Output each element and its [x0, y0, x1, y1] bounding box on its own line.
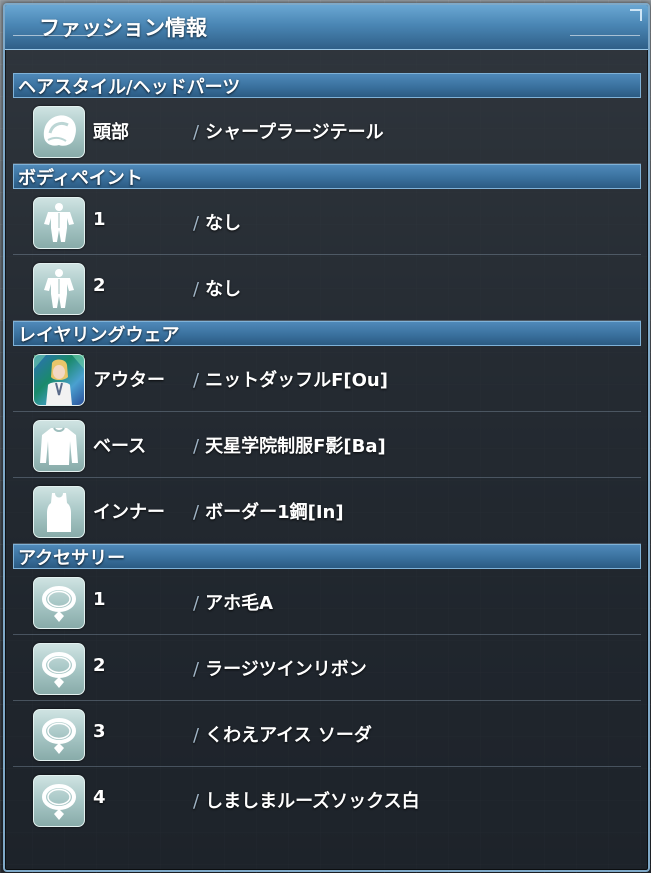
slot-value: / しましまルーズソックス白: [193, 787, 420, 813]
item-name: なし: [205, 213, 242, 234]
slot-value: / なし: [193, 275, 241, 301]
slot-label: 1: [93, 589, 106, 610]
slot-value: / くわえアイス ソーダ: [193, 721, 372, 747]
separator: /: [193, 436, 200, 457]
section-title: ボディペイント: [18, 167, 143, 189]
section-title: レイヤリングウェア: [18, 324, 180, 346]
item-name: 天星学院制服F影[Ba]: [205, 436, 386, 457]
necklace-icon: [33, 643, 85, 695]
slot-label: 2: [93, 275, 106, 296]
slot-value: / シャープラージテール: [193, 118, 384, 144]
section-title: アクセサリー: [18, 547, 126, 569]
list-item[interactable]: 頭部 / シャープラージテール: [13, 98, 641, 164]
list-item[interactable]: 1 /なし: [13, 189, 641, 255]
section-header-hair: ヘアスタイル/ヘッドパーツ: [13, 73, 641, 98]
separator: /: [193, 502, 200, 523]
list-item[interactable]: 1 /アホ毛A: [13, 569, 641, 635]
item-name: ニットダッフルF[Ou]: [205, 370, 388, 391]
body-icon: [33, 197, 85, 249]
necklace-icon: [33, 709, 85, 761]
titlebar-decoration-left: [13, 35, 103, 42]
list-item[interactable]: 4 /しましまルーズソックス白: [13, 767, 641, 832]
slot-label: 1: [93, 209, 106, 230]
separator: /: [193, 725, 200, 746]
separator: /: [193, 791, 200, 812]
tank-top-icon: [33, 486, 85, 538]
list-item[interactable]: ベース / 天星学院制服F影[Ba]: [13, 412, 641, 478]
slot-value: / ニットダッフルF[Ou]: [193, 366, 388, 392]
hair-icon: [33, 106, 85, 158]
item-name: ラージツインリボン: [205, 659, 367, 680]
list-item[interactable]: 2 /ラージツインリボン: [13, 635, 641, 701]
slot-label: ベース: [93, 436, 147, 457]
section-header-accessory: アクセサリー: [13, 544, 641, 569]
section-title: ヘアスタイル/ヘッドパーツ: [18, 76, 241, 98]
item-name: くわえアイス ソーダ: [205, 725, 372, 746]
slot-label: 頭部: [93, 122, 129, 143]
separator: /: [193, 593, 200, 614]
slot-value: / なし: [193, 209, 241, 235]
list-item[interactable]: 2 /なし: [13, 255, 641, 321]
body-icon: [33, 263, 85, 315]
slot-value: / ボーダー1鋼[In]: [193, 498, 344, 524]
fashion-list: ヘアスタイル/ヘッドパーツ 頭部 / シャープラージテール ボディペイント 1 …: [13, 73, 641, 832]
item-name: ボーダー1鋼[In]: [205, 502, 344, 523]
slot-value: / 天星学院制服F影[Ba]: [193, 432, 386, 458]
fashion-info-window: ファッション情報 ヘアスタイル/ヘッドパーツ 頭部 / シャープラージテール ボデ…: [3, 3, 650, 872]
slot-label: アウター: [93, 370, 165, 391]
window-titlebar[interactable]: ファッション情報: [5, 5, 648, 50]
character-portrait-icon: [33, 354, 85, 406]
separator: /: [193, 213, 200, 234]
item-name: なし: [205, 279, 242, 300]
slot-value: / アホ毛A: [193, 589, 273, 615]
list-item[interactable]: 3 /くわえアイス ソーダ: [13, 701, 641, 767]
section-header-layering: レイヤリングウェア: [13, 321, 641, 346]
slot-value: / ラージツインリボン: [193, 655, 367, 681]
separator: /: [193, 122, 200, 143]
separator: /: [193, 659, 200, 680]
list-item[interactable]: インナー / ボーダー1鋼[In]: [13, 478, 641, 544]
item-name: しましまルーズソックス白: [205, 791, 420, 812]
necklace-icon: [33, 577, 85, 629]
item-name: シャープラージテール: [205, 122, 384, 143]
titlebar-decoration-right: [570, 35, 640, 42]
slot-label: 3: [93, 721, 106, 742]
section-header-bodypaint: ボディペイント: [13, 164, 641, 189]
slot-label: 2: [93, 655, 106, 676]
separator: /: [193, 370, 200, 391]
slot-label: インナー: [93, 502, 165, 523]
list-item[interactable]: アウター / ニットダッフルF[Ou]: [13, 346, 641, 412]
necklace-icon: [33, 775, 85, 827]
separator: /: [193, 279, 200, 300]
corner-ornament-icon: [630, 9, 642, 21]
longsleeve-shirt-icon: [33, 420, 85, 472]
item-name: アホ毛A: [205, 593, 274, 614]
slot-label: 4: [93, 787, 106, 808]
